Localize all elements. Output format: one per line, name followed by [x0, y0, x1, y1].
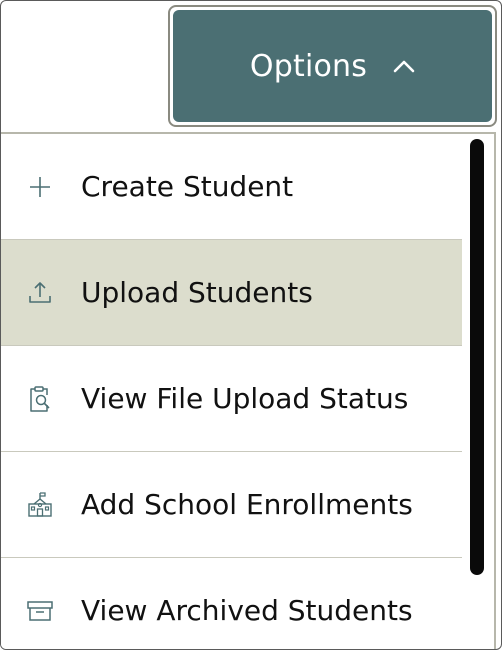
plus-icon	[26, 173, 54, 201]
chevron-up-icon	[393, 59, 415, 73]
options-button-body: Options	[173, 10, 492, 122]
menu-item-add-school-enrollments[interactable]: Add School Enrollments	[1, 452, 462, 558]
school-icon	[26, 491, 54, 519]
menu-item-view-archived-students[interactable]: View Archived Students	[1, 558, 462, 649]
menu-item-label: View File Upload Status	[81, 382, 409, 415]
menu-item-label: Upload Students	[81, 276, 313, 309]
menu-item-create-student[interactable]: Create Student	[1, 134, 462, 240]
menu-item-view-file-upload-status[interactable]: View File Upload Status	[1, 346, 462, 452]
options-button[interactable]: Options	[168, 5, 497, 127]
menu-scrollbar[interactable]	[470, 139, 484, 575]
menu-item-upload-students[interactable]: Upload Students	[1, 240, 462, 346]
options-button-label: Options	[249, 48, 368, 84]
clipboard-search-icon	[26, 385, 54, 413]
menu-item-label: View Archived Students	[81, 594, 413, 627]
options-menu: Create Student Upload Students View File…	[1, 132, 496, 649]
upload-icon	[26, 279, 54, 307]
archive-box-icon	[26, 597, 54, 625]
options-dropdown-panel: Options Create Student Upload Students V…	[0, 0, 502, 650]
menu-item-label: Add School Enrollments	[81, 488, 413, 521]
menu-item-label: Create Student	[81, 170, 294, 203]
